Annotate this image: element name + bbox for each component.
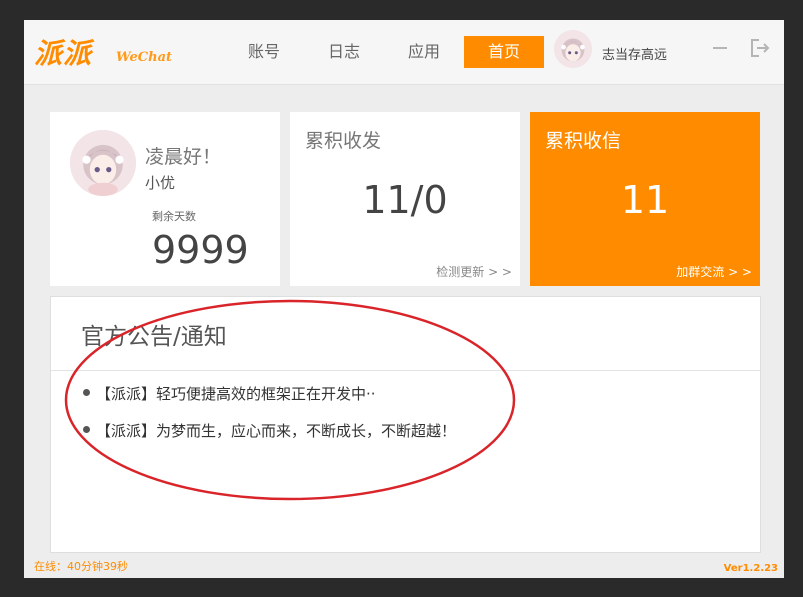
version-label: Ver1.2.23 — [723, 563, 778, 574]
received-stats-title: 累积收信 — [545, 130, 622, 152]
app-window: 派派 WeChat 账号 日志 应用 首页 志当存高远 凌晨好！ 小优 剩余天数… — [24, 20, 784, 578]
remaining-days-value: 9999 — [152, 228, 249, 272]
user-avatar[interactable] — [554, 30, 592, 68]
sent-stats-title: 累积收发 — [305, 130, 382, 152]
tab-apps[interactable]: 应用 — [384, 36, 464, 68]
received-stats-card: 累积收信 11 加群交流 > > — [530, 112, 760, 286]
exit-icon — [751, 39, 770, 57]
online-time: 在线：40分钟39秒 — [34, 560, 128, 573]
anime-girl-avatar-icon — [554, 30, 592, 68]
app-logo: 派派 — [34, 37, 93, 70]
welcome-avatar — [70, 130, 136, 196]
title-bar: 派派 WeChat 账号 日志 应用 首页 志当存高远 — [24, 20, 784, 85]
join-group-link[interactable]: 加群交流 > > — [676, 263, 752, 280]
sent-stats-card: 累积收发 11/0 检测更新 > > — [290, 112, 520, 286]
sent-stats-value: 11/0 — [362, 178, 448, 222]
remaining-days-label: 剩余天数 — [152, 210, 196, 223]
tab-home[interactable]: 首页 — [464, 36, 544, 68]
welcome-card: 凌晨好！ 小优 剩余天数 9999 — [50, 112, 280, 286]
annotation-circle — [64, 299, 516, 501]
tab-log[interactable]: 日志 — [304, 36, 384, 68]
minimize-button[interactable] — [708, 36, 732, 60]
anime-girl-avatar-icon — [70, 130, 136, 196]
minimize-icon — [713, 47, 727, 49]
app-logo-subtitle: WeChat — [116, 50, 173, 65]
exit-button[interactable] — [748, 36, 772, 60]
user-name: 志当存高远 — [602, 48, 668, 63]
user-nickname: 小优 — [145, 174, 176, 192]
tab-account[interactable]: 账号 — [224, 36, 304, 68]
check-update-link[interactable]: 检测更新 > > — [436, 263, 512, 280]
received-stats-value: 11 — [620, 178, 670, 222]
greeting-text: 凌晨好！ — [145, 146, 222, 168]
